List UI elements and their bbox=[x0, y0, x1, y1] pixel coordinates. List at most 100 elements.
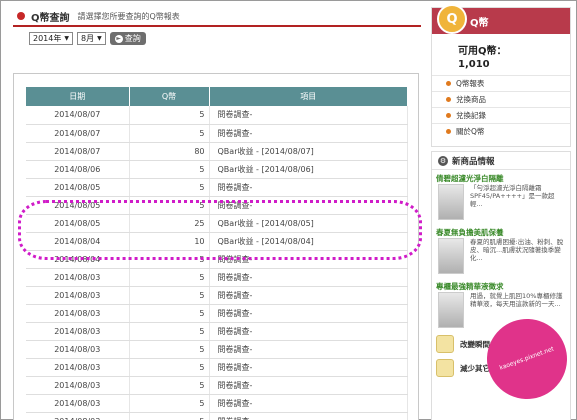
link-about-q[interactable]: 關於Q幣 bbox=[432, 123, 570, 139]
chevron-down-icon: ▼ bbox=[64, 35, 69, 42]
cell-item: 問卷調查- bbox=[209, 196, 408, 215]
bullet-icon bbox=[446, 129, 451, 134]
cell-date: 2014/08/04 bbox=[26, 250, 130, 269]
cell-item: 問卷調查- bbox=[209, 358, 408, 377]
product-title: 倩碧超濾光淨白隔離 bbox=[436, 174, 504, 183]
link-q-report[interactable]: Q幣報表 bbox=[432, 75, 570, 91]
table-row: 2014/08/07 5 問卷調查- bbox=[26, 124, 408, 143]
cell-item: QBar收益 - [2014/08/04] bbox=[209, 232, 408, 251]
table-row: 2014/08/035問卷調查- bbox=[26, 286, 408, 305]
table-row: 2014/08/035問卷調查- bbox=[26, 376, 408, 395]
cell-item: 問卷調查- bbox=[209, 376, 408, 395]
cell-item: 問卷調查- bbox=[209, 250, 408, 269]
q-coin-box: Q Q幣 可用Q幣： 1,010 Q幣報表 兌換商品 兌換記錄 關於Q幣 bbox=[431, 4, 571, 147]
q-coin-icon: Q bbox=[437, 4, 467, 34]
trophy-icon bbox=[436, 359, 454, 377]
page-subtitle: 請選擇您所要查詢的Q幣報表 bbox=[77, 11, 180, 21]
table-body: 2014/08/07 5 問卷調查- 2014/08/07 5 問卷調查- 2014/08/… bbox=[26, 106, 408, 420]
cell-q: 25 bbox=[129, 214, 210, 233]
cell-q: 5 bbox=[129, 394, 210, 413]
cell-q: 5 bbox=[129, 178, 210, 197]
product-item[interactable]: 專櫃最強精華液徵求 用過，就覺上肌回10%專櫃修護精華液，每天用這款新的一天..… bbox=[432, 278, 570, 332]
chevron-down-icon: ▼ bbox=[97, 35, 102, 42]
cell-item: 問卷調查- bbox=[209, 268, 408, 287]
table-row: 2014/08/035問卷調查- bbox=[26, 304, 408, 323]
query-button[interactable]: ► 查詢 bbox=[109, 32, 146, 45]
cell-item: QBar收益 - [2014/08/07] bbox=[209, 142, 408, 161]
link-label: 關於Q幣 bbox=[456, 127, 485, 136]
gear-icon: ⚙ bbox=[438, 155, 448, 166]
cell-date: 2014/08/03 bbox=[26, 376, 130, 395]
table-row: 2014/08/05 5 問卷調查- bbox=[26, 178, 408, 197]
table-row: 2014/08/035問卷調查- bbox=[26, 412, 408, 420]
link-redeem-products[interactable]: 兌換商品 bbox=[432, 91, 570, 107]
cell-date: 2014/08/07 bbox=[26, 106, 130, 125]
product-description: 春夏的肌膚困擾:出油、粉刺、脫皮、暗沉...肌膚狀況隨著換季變化... bbox=[470, 238, 564, 262]
watermark-text: kaoeyes.pixnet.net bbox=[498, 345, 555, 372]
month-select[interactable]: 8月 ▼ bbox=[76, 32, 106, 45]
product-item[interactable]: 春夏無負擔美肌保養 春夏的肌膚困擾:出油、粉刺、脫皮、暗沉...肌膚狀況隨著換季… bbox=[432, 224, 570, 278]
cell-date: 2014/08/04 bbox=[26, 232, 130, 251]
cell-item: QBar收益 - [2014/08/05] bbox=[209, 214, 408, 233]
cell-q: 5 bbox=[129, 304, 210, 323]
cell-date: 2014/08/03 bbox=[26, 358, 130, 377]
query-button-label: 查詢 bbox=[124, 34, 141, 43]
column-header-date: 日期 bbox=[26, 87, 130, 106]
table-row: 2014/08/07 80 QBar收益 - [2014/08/07] bbox=[26, 142, 408, 161]
cell-date: 2014/08/03 bbox=[26, 412, 130, 420]
cell-q: 5 bbox=[129, 196, 210, 215]
product-item[interactable]: 倩碧超濾光淨白隔離 「勻淨超濾光淨白隔離霜SPF45/PA++++」是一款超輕.… bbox=[432, 170, 570, 224]
cell-q: 5 bbox=[129, 106, 210, 125]
cell-q: 80 bbox=[129, 142, 210, 161]
cell-q: 5 bbox=[129, 376, 210, 395]
table-header-row: 日期 Q幣 項目 bbox=[26, 87, 408, 106]
cell-date: 2014/08/05 bbox=[26, 196, 130, 215]
cell-date: 2014/08/03 bbox=[26, 322, 130, 341]
title-row: Q幣查詢 請選擇您所要查詢的Q幣報表 bbox=[13, 7, 421, 27]
filter-row: 2014年 ▼ 8月 ▼ ► 查詢 bbox=[13, 32, 421, 45]
records-panel: 日期 Q幣 項目 2014/08/07 5 問卷調查- 2014/08/07 5 問卷調查… bbox=[13, 73, 419, 420]
cell-date: 2014/08/03 bbox=[26, 340, 130, 359]
bullet-icon bbox=[17, 12, 25, 20]
q-coin-table: 日期 Q幣 項目 2014/08/07 5 問卷調查- 2014/08/07 5 問卷調查… bbox=[26, 87, 408, 420]
column-header-q: Q幣 bbox=[129, 87, 210, 106]
q-coin-box-header: Q Q幣 bbox=[432, 4, 570, 34]
cell-date: 2014/08/05 bbox=[26, 178, 130, 197]
available-q-value: 1,010 bbox=[458, 59, 490, 70]
cell-item: 問卷調查- bbox=[209, 394, 408, 413]
cell-date: 2014/08/03 bbox=[26, 286, 130, 305]
table-row: 2014/08/04 5 問卷調查- bbox=[26, 250, 408, 269]
q-coin-links: Q幣報表 兌換商品 兌換記錄 關於Q幣 bbox=[432, 75, 570, 139]
screenshot-frame: Q幣查詢 請選擇您所要查詢的Q幣報表 2014年 ▼ 8月 ▼ ► 查詢 日期 bbox=[0, 0, 577, 420]
cell-q: 5 bbox=[129, 286, 210, 305]
link-redeem-history[interactable]: 兌換記錄 bbox=[432, 107, 570, 123]
cell-q: 5 bbox=[129, 250, 210, 269]
product-image bbox=[438, 292, 464, 328]
cell-date: 2014/08/07 bbox=[26, 142, 130, 161]
table-row: 2014/08/05 5 問卷調查- bbox=[26, 196, 408, 215]
cell-q: 5 bbox=[129, 340, 210, 359]
cell-date: 2014/08/03 bbox=[26, 304, 130, 323]
cell-date: 2014/08/06 bbox=[26, 160, 130, 179]
table-row: 2014/08/06 5 QBar收益 - [2014/08/06] bbox=[26, 160, 408, 179]
cell-item: 問卷調查- bbox=[209, 322, 408, 341]
bullet-icon bbox=[446, 113, 451, 118]
cell-item: 問卷調查- bbox=[209, 124, 408, 143]
cell-date: 2014/08/05 bbox=[26, 214, 130, 233]
table-row: 2014/08/04 10 QBar收益 - [2014/08/04] bbox=[26, 232, 408, 251]
cell-q: 5 bbox=[129, 268, 210, 287]
cell-q: 5 bbox=[129, 160, 210, 179]
cell-q: 5 bbox=[129, 322, 210, 341]
cell-q: 5 bbox=[129, 124, 210, 143]
product-title: 專櫃最強精華液徵求 bbox=[436, 282, 504, 291]
page-header: Q幣查詢 請選擇您所要查詢的Q幣報表 2014年 ▼ 8月 ▼ ► 查詢 bbox=[13, 7, 421, 49]
cell-date: 2014/08/07 bbox=[26, 124, 130, 143]
table-row: 2014/08/035問卷調查- bbox=[26, 358, 408, 377]
product-image bbox=[438, 184, 464, 220]
year-select[interactable]: 2014年 ▼ bbox=[29, 32, 73, 45]
new-products-title: 新商品情報 bbox=[452, 156, 495, 167]
table-row: 2014/08/035問卷調查- bbox=[26, 322, 408, 341]
product-image bbox=[438, 238, 464, 274]
cell-date: 2014/08/03 bbox=[26, 394, 130, 413]
link-label: 兌換記錄 bbox=[456, 111, 486, 120]
